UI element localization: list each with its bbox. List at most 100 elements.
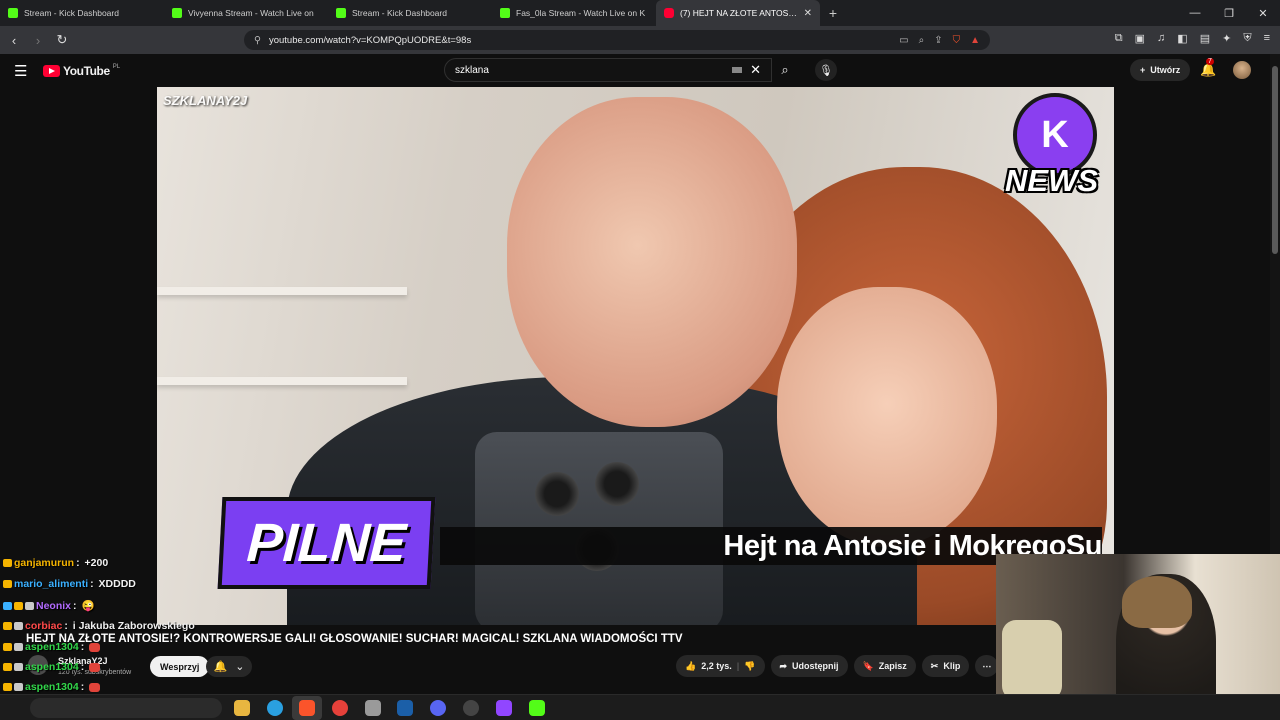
sub-badge-icon [14, 683, 23, 691]
heart-emote-icon [89, 642, 101, 652]
search-input[interactable]: szklana ✕ [444, 58, 772, 82]
kick-icon [336, 8, 346, 18]
browser-tab[interactable]: Stream - Kick Dashboard [328, 0, 492, 26]
browser-toolbar: ‹ › ↻ ⚲ youtube.com/watch?v=KOMPQpUODRE&… [0, 26, 1280, 54]
crown-badge-icon [3, 622, 12, 630]
sub-badge-icon [14, 622, 23, 630]
search-button[interactable]: ⌕ [772, 58, 798, 82]
keyboard-icon[interactable] [732, 67, 743, 73]
streaming-app-icon[interactable] [496, 700, 512, 716]
hamburger-menu-icon[interactable]: ☰ [14, 62, 27, 80]
screenshot-icon[interactable]: ▣ [1135, 32, 1145, 45]
create-button[interactable]: + Utwórz [1130, 59, 1191, 81]
chevron-down-icon: ⌄ [235, 661, 245, 673]
sub-badge-icon [25, 601, 34, 610]
save-button[interactable]: 🔖 Zapisz [853, 655, 916, 677]
restore-icon[interactable]: ❐ [1212, 0, 1246, 26]
chat-message: aspen1304: [3, 661, 101, 673]
microphone-icon: 🎙 [819, 64, 833, 77]
kick-icon [172, 8, 182, 18]
new-tab-button[interactable]: + [820, 0, 846, 26]
crown-badge-icon [3, 663, 12, 671]
back-icon[interactable]: ‹ [4, 33, 24, 48]
scrollbar-thumb[interactable] [1272, 66, 1278, 254]
more-icon: ⋯ [982, 660, 992, 671]
crown-badge-icon [3, 643, 12, 651]
crown-badge-icon [14, 601, 23, 610]
thumbs-down-icon[interactable]: 👎 [744, 661, 755, 672]
phone-lens [595, 462, 639, 506]
menu-icon[interactable]: ≡ [1264, 32, 1270, 45]
minimize-icon[interactable]: — [1178, 0, 1212, 26]
bookmark-icon: 🔖 [862, 660, 874, 671]
more-actions-button[interactable]: ⋯ [975, 655, 999, 677]
browser-tab-active[interactable]: (7) HEJT NA ZŁOTE ANTOSIE! ✕ [656, 0, 820, 26]
extensions-icon[interactable]: ⧉ [1115, 32, 1123, 45]
steam-icon[interactable] [397, 700, 413, 716]
windows-taskbar [0, 694, 1280, 720]
crown-badge-icon [3, 580, 12, 588]
browser-tab[interactable]: Vivyenna Stream - Watch Live on [164, 0, 328, 26]
cast-icon[interactable]: ▭ [899, 35, 908, 46]
voice-search-button[interactable]: 🎙 [815, 59, 837, 81]
forward-icon[interactable]: › [28, 33, 48, 48]
youtube-icon [664, 8, 674, 18]
news-logo: K NEWS [1005, 93, 1101, 203]
heart-emote-icon [89, 662, 101, 672]
notifications-button[interactable]: 🔔 7 [1200, 58, 1216, 78]
chat-message: aspen1304: [3, 681, 101, 693]
pilne-banner: PILNE [217, 497, 436, 589]
crown-badge-icon [3, 683, 12, 691]
heart-emote-icon [89, 682, 101, 692]
avatar[interactable] [1233, 61, 1251, 79]
file-explorer-icon[interactable] [234, 700, 250, 716]
close-tab-icon[interactable]: ✕ [804, 8, 812, 19]
notification-badge: 7 [1206, 58, 1214, 65]
sub-badge-icon [14, 663, 23, 671]
plus-icon: + [1140, 65, 1146, 75]
search-icon: ⌕ [781, 62, 789, 77]
zoom-icon[interactable]: ⌕ [919, 35, 925, 46]
taskbar-search[interactable] [30, 698, 222, 718]
browser-tab[interactable]: Stream - Kick Dashboard [0, 0, 164, 26]
chat-message: corbiac: i Jakuba Zaborowskiego [3, 620, 195, 632]
browser-tab-bar: Stream - Kick Dashboard Vivyenna Stream … [0, 0, 1280, 26]
kick-icon [500, 8, 510, 18]
like-button[interactable]: 👍 2,2 tys. | 👎 [676, 655, 765, 677]
chat-message: Neonix: 😜 [3, 599, 95, 612]
kick-icon[interactable] [529, 700, 545, 716]
brave-icon[interactable] [299, 700, 315, 716]
reload-icon[interactable]: ↻ [52, 32, 72, 48]
obs-icon[interactable] [463, 700, 479, 716]
chrome-icon[interactable] [332, 700, 348, 716]
brave-rewards-icon[interactable]: ▲ [970, 35, 980, 46]
url-text[interactable]: youtube.com/watch?v=KOMPQpUODRE&t=98s [269, 35, 891, 46]
edge-icon[interactable] [267, 700, 283, 716]
share-icon[interactable]: ⇪ [934, 35, 942, 46]
youtube-play-icon [43, 65, 60, 77]
chat-message: aspen1304: [3, 641, 101, 653]
brave-shields-icon[interactable]: ⛉ [953, 35, 961, 46]
sidebar-icon[interactable]: ◧ [1177, 32, 1187, 45]
vpn-icon[interactable]: ⛨ [1243, 32, 1251, 45]
chat-message: ganjamurun: +200 [3, 557, 108, 569]
webcam-person-hair [1122, 576, 1192, 628]
media-icon[interactable]: ♫ [1157, 32, 1165, 45]
clear-search-icon[interactable]: ✕ [750, 62, 761, 78]
scissors-icon: ✂ [930, 660, 939, 671]
browser-tab[interactable]: Fas_0la Stream - Watch Live on K [492, 0, 656, 26]
video-watermark: SZKLANAY2J [163, 93, 248, 108]
chat-message: mario_alimenti: XDDDD [3, 578, 136, 590]
discord-icon[interactable] [430, 700, 446, 716]
thumbs-up-icon: 👍 [685, 660, 697, 671]
leo-ai-icon[interactable]: ✦ [1222, 32, 1231, 45]
address-bar[interactable]: ⚲ youtube.com/watch?v=KOMPQpUODRE&t=98s … [244, 30, 990, 50]
site-info-icon[interactable]: ⚲ [254, 35, 261, 46]
app-icon[interactable] [365, 700, 381, 716]
close-window-icon[interactable]: ✕ [1246, 0, 1280, 26]
wallet-icon[interactable]: ▤ [1200, 32, 1210, 45]
sub-badge-icon [14, 643, 23, 651]
youtube-logo[interactable]: YouTube PL [43, 64, 120, 78]
share-button[interactable]: ➦ Udostępnij [770, 655, 848, 677]
clip-button[interactable]: ✂ Klip [921, 655, 970, 677]
